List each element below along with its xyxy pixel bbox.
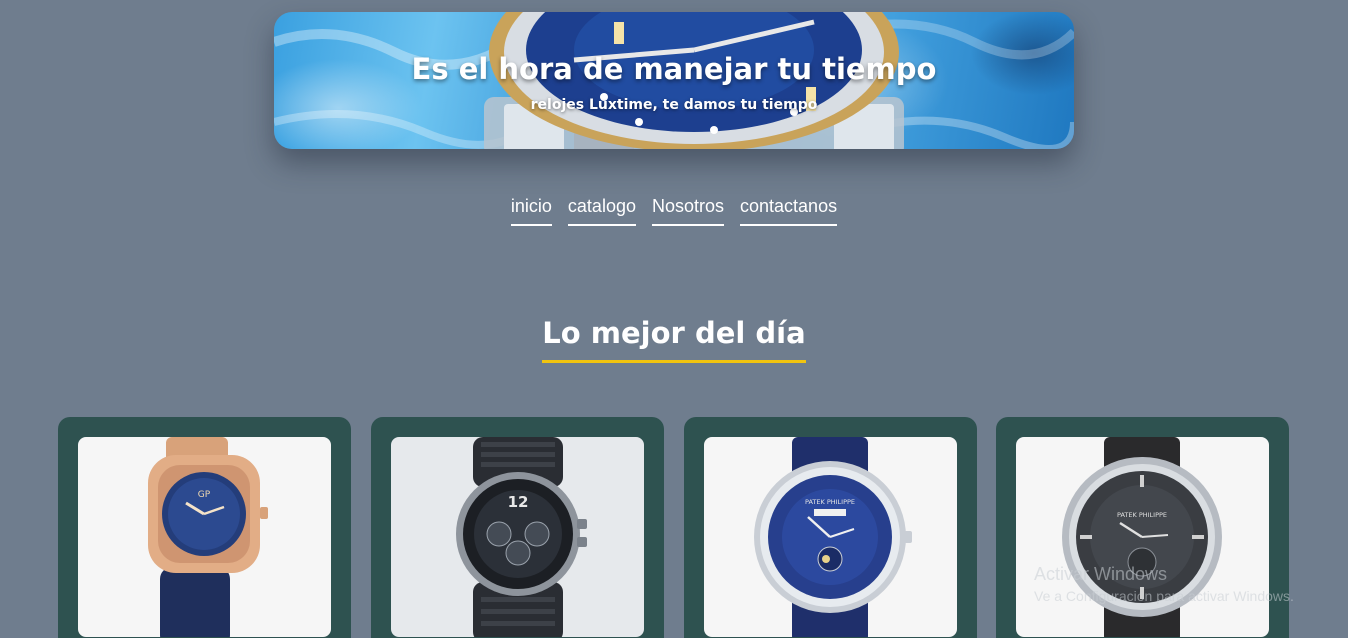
- page: Es el hora de manejar tu tiempo relojes …: [0, 0, 1348, 638]
- product-card[interactable]: GP: [58, 417, 351, 638]
- watch-grey-dial-icon: PATEK PHILIPPE: [1062, 437, 1222, 637]
- product-image[interactable]: GP: [78, 437, 331, 637]
- hero-banner: Es el hora de manejar tu tiempo relojes …: [274, 12, 1074, 149]
- product-image[interactable]: PATEK PHILIPPE: [704, 437, 957, 637]
- nav-link-nosotros[interactable]: Nosotros: [651, 195, 725, 226]
- product-grid: GP 12 PATEK PHILIPPE PATEK PHILIPPE: [58, 417, 1289, 638]
- product-image[interactable]: 12: [391, 437, 644, 637]
- nav-link-inicio[interactable]: inicio: [510, 195, 552, 226]
- dial-brand-text: GP: [198, 490, 211, 500]
- dial-brand-text: 12: [508, 493, 529, 511]
- watch-blue-moonphase-icon: PATEK PHILIPPE: [754, 437, 912, 637]
- product-card[interactable]: 12: [371, 417, 664, 638]
- section-heading: Lo mejor del día: [0, 316, 1348, 363]
- dial-brand-text: PATEK PHILIPPE: [805, 498, 855, 506]
- watch-rose-gold-icon: GP: [148, 437, 268, 637]
- product-image[interactable]: PATEK PHILIPPE: [1016, 437, 1269, 637]
- dial-brand-text: PATEK PHILIPPE: [1117, 511, 1167, 519]
- section-title: Lo mejor del día: [542, 316, 806, 363]
- nav-link-catalogo[interactable]: catalogo: [567, 195, 636, 226]
- product-card[interactable]: PATEK PHILIPPE: [996, 417, 1289, 638]
- watch-black-chronograph-icon: 12: [456, 437, 587, 637]
- hero-subtitle: relojes Luxtime, te damos tu tiempo: [530, 97, 818, 113]
- product-card[interactable]: PATEK PHILIPPE: [684, 417, 977, 638]
- main-nav: inicio catalogo Nosotros contactanos: [0, 195, 1348, 226]
- hero-title: Es el hora de manejar tu tiempo: [411, 52, 937, 86]
- nav-link-contactanos[interactable]: contactanos: [740, 195, 838, 226]
